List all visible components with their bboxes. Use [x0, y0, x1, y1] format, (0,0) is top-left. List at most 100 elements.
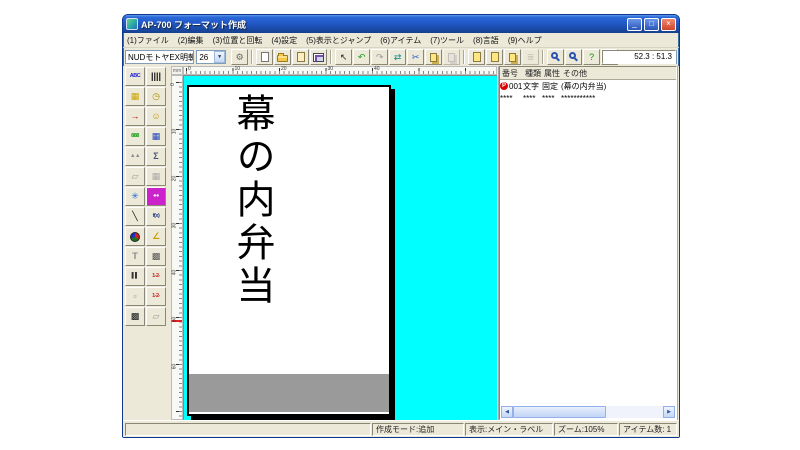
item-row[interactable]: **** **** **** *********** [500, 92, 676, 104]
shape-tool-icon: ▲▲ [130, 152, 140, 159]
copy-button[interactable] [425, 49, 443, 65]
item-number-cell: P 001 [500, 81, 523, 91]
item-attribute-cell: **** [542, 93, 555, 103]
header-attribute: 属性 [544, 68, 560, 78]
pages-icon [430, 52, 438, 62]
table-tool[interactable]: ▦ [146, 167, 166, 186]
ruler-number: 60 [171, 363, 178, 370]
help-lamp-icon: ? [589, 51, 595, 62]
scrollbar-track[interactable] [513, 406, 663, 418]
paste-button[interactable] [443, 49, 461, 65]
transfer-button[interactable] [310, 49, 328, 65]
face-mark-tool-icon: ☺ [151, 111, 161, 121]
item-list-button[interactable]: ≣ [522, 49, 540, 65]
zoom-in-button[interactable] [565, 49, 583, 65]
maximize-button[interactable]: □ [644, 17, 659, 31]
function-tool[interactable]: f(x) [146, 207, 166, 226]
minimize-button[interactable]: _ [627, 17, 642, 31]
counter-tool[interactable]: 888 [125, 127, 145, 146]
menu-edit[interactable]: (2)編集 [178, 35, 204, 46]
dither-tool[interactable]: ▩ [146, 247, 166, 266]
property-gear-button[interactable]: ⚙ [231, 49, 249, 65]
cut-button[interactable]: ✂ [407, 49, 425, 65]
pages-icon [509, 52, 517, 62]
angle-tool[interactable]: ∠ [146, 227, 166, 246]
numbered-list-tool[interactable]: 1-2- [146, 267, 166, 286]
next-page-button[interactable] [486, 49, 504, 65]
menu-file[interactable]: (1)ファイル [127, 35, 169, 46]
undo-button[interactable]: ↶ [353, 49, 371, 65]
header-other: その他 [563, 68, 587, 78]
close-button[interactable]: × [661, 17, 676, 31]
title-bar[interactable]: AP-700 フォーマット作成 _ □ × [123, 15, 679, 33]
app-window: AP-700 フォーマット作成 _ □ × (1)ファイル (2)編集 (3)位置と… [122, 14, 680, 438]
numbering-tool[interactable]: 1-2- [146, 287, 166, 306]
label-text-item[interactable]: 幕の内弁当 [230, 93, 275, 308]
menu-language[interactable]: (8)言語 [473, 35, 499, 46]
item-list-icon: ≣ [526, 51, 535, 62]
value-arrow-tool[interactable]: → [125, 107, 145, 126]
vertical-ruler: 0 10 20 30 40 50 60 [170, 75, 183, 420]
select-arrow-button[interactable]: ↖ [335, 49, 353, 65]
menu-item[interactable]: (6)アイテム [380, 35, 421, 46]
toolbar-separator [251, 50, 254, 64]
page-list-button[interactable] [504, 49, 522, 65]
item-other-cell: *********** [561, 93, 596, 103]
move-item-button[interactable]: ⇄ [389, 49, 407, 65]
barcode2-tool[interactable]: ▌▌ [125, 267, 145, 286]
open-format-button[interactable] [274, 49, 292, 65]
cut-icon: ✂ [411, 51, 420, 62]
frame-tool[interactable]: ▫ [125, 287, 145, 306]
scroll-left-icon[interactable]: ◀ [501, 406, 513, 418]
sum-tool[interactable]: Σ [146, 147, 166, 166]
item-row[interactable]: P 001 文字 固定 (幕の内弁当) [500, 80, 676, 92]
status-segments: 作成モード:追加 表示:メイン・ラベル ズーム:105% アイテム数: 1 [372, 422, 677, 436]
new-format-button[interactable] [256, 49, 274, 65]
label-document[interactable]: 幕の内弁当 [187, 85, 391, 416]
item-list-rows: P 001 文字 固定 (幕の内弁当) **** **** **** *********** [500, 80, 676, 104]
line-tool[interactable]: ╲ [125, 207, 145, 226]
barcode-tool-icon: |||| [150, 71, 162, 81]
scrollbar-thumb[interactable] [513, 406, 606, 418]
save-format-button[interactable] [292, 49, 310, 65]
image-tool[interactable]: T [125, 247, 145, 266]
window-title: AP-700 フォーマット作成 [141, 19, 247, 30]
redo-button[interactable]: ↷ [371, 49, 389, 65]
time-tool-icon: ◷ [152, 91, 160, 101]
menu-help[interactable]: (9)ヘルプ [508, 35, 542, 46]
prev-page-button[interactable] [468, 49, 486, 65]
page-item-tool-icon: ▱ [152, 311, 160, 321]
shape-tool[interactable]: ▲▲ [125, 147, 145, 166]
status-zoom: ズーム:105% [554, 422, 618, 436]
menu-settings[interactable]: (4)設定 [271, 35, 297, 46]
item-list-hscrollbar[interactable]: ◀ ▶ [501, 406, 675, 418]
menu-view-jump[interactable]: (5)表示とジャンプ [306, 35, 371, 46]
barcode-tool[interactable]: |||| [146, 67, 166, 86]
zoom-out-button[interactable] [547, 49, 565, 65]
scroll-right-icon[interactable]: ▶ [663, 406, 675, 418]
qr-code-tool[interactable]: ▩ [125, 307, 145, 326]
cassette-tool[interactable]: ●● [146, 187, 166, 206]
time-tool[interactable]: ◷ [146, 87, 166, 106]
page-item-tool[interactable]: ▱ [146, 307, 166, 326]
menu-tool[interactable]: (7)ツール [430, 35, 464, 46]
ruler-number: 40 [171, 269, 178, 276]
copy-item-tool[interactable]: ▱ [125, 167, 145, 186]
font-size-selector[interactable]: 26 ▼ [196, 50, 227, 64]
grid-item-tool-icon: ▦ [130, 91, 140, 101]
design-canvas[interactable]: 幕の内弁当 [183, 75, 497, 420]
line-tool-icon: ╲ [132, 211, 138, 221]
chevron-down-icon[interactable]: ▼ [214, 51, 226, 63]
text-tool[interactable]: ABC [125, 67, 145, 86]
effect-tool[interactable]: ✳ [125, 187, 145, 206]
menu-position-rotation[interactable]: (3)位置と回転 [213, 35, 263, 46]
calculator-tool[interactable]: ▦ [146, 127, 166, 146]
font-selector[interactable]: NUDモトヤEX明朝 ▼ [125, 50, 195, 64]
ruler-number: 20 [281, 66, 287, 72]
face-mark-tool[interactable]: ☺ [146, 107, 166, 126]
help-lamp-button[interactable]: ? [583, 49, 601, 65]
header-type: 種類 [525, 68, 541, 78]
undo-icon: ↶ [357, 51, 366, 62]
grid-item-tool[interactable]: ▦ [125, 87, 145, 106]
pie-chart-tool[interactable] [125, 227, 145, 246]
